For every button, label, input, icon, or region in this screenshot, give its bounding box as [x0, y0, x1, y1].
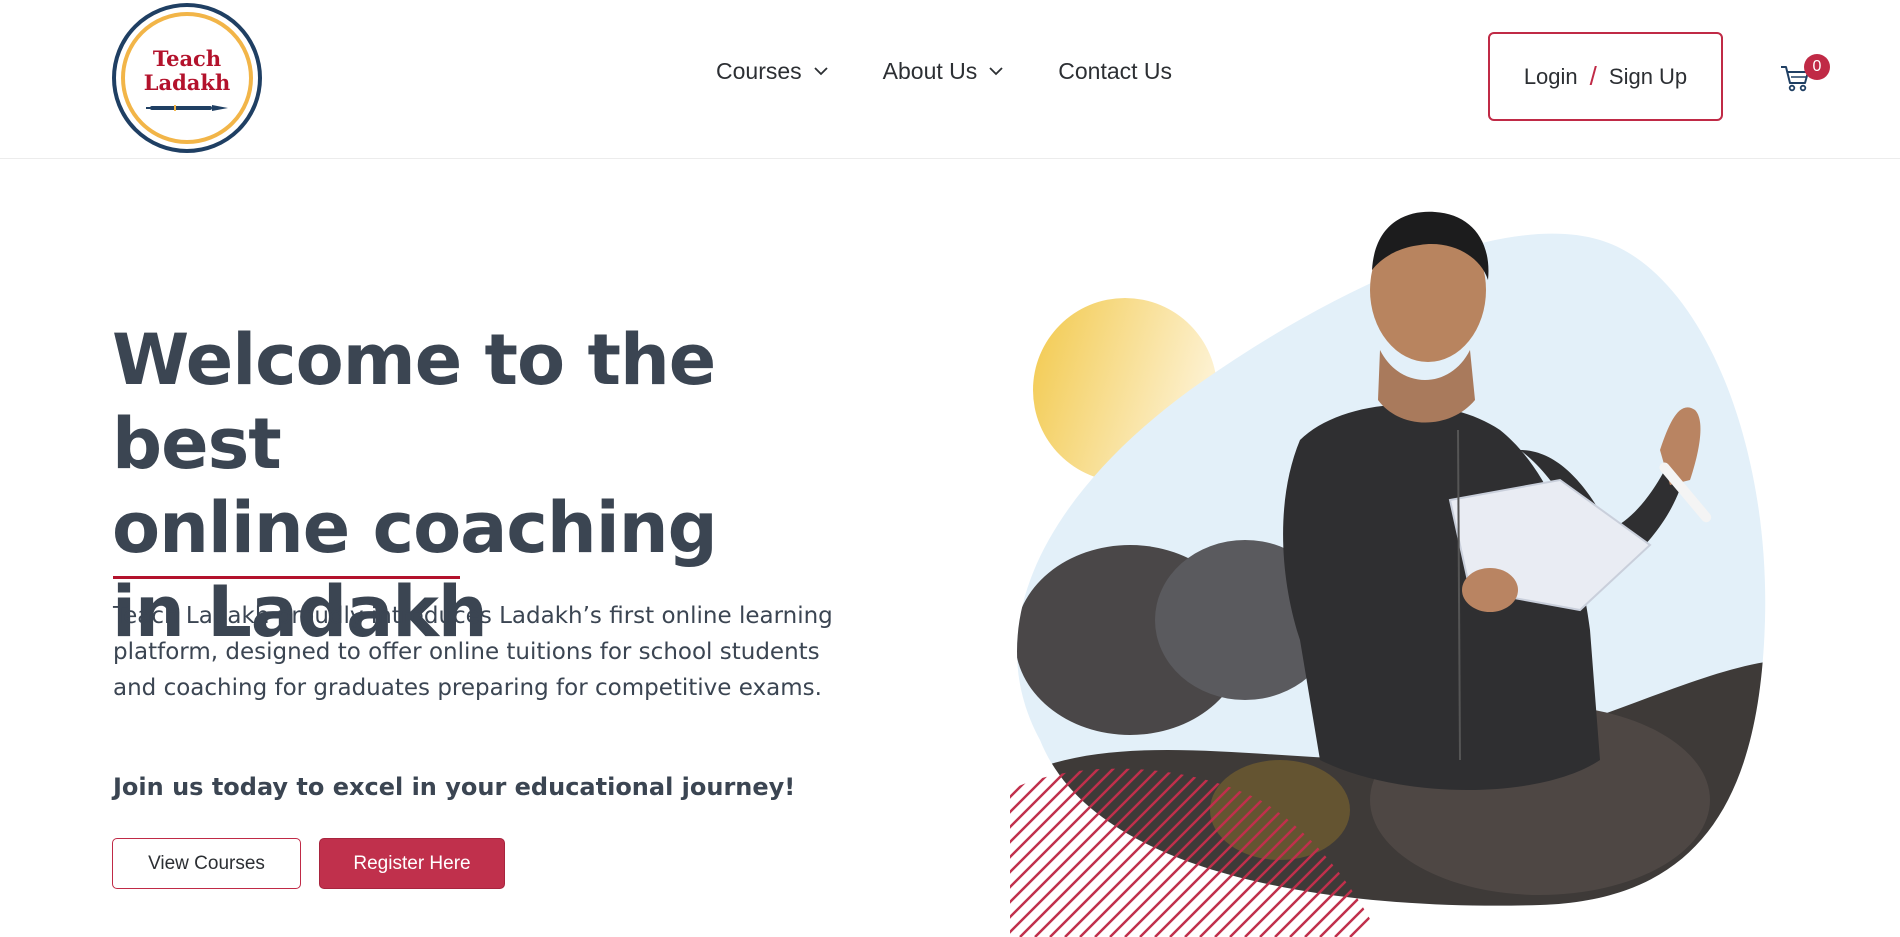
login-signup-box: Login / Sign Up [1488, 32, 1723, 121]
pen-icon [146, 105, 228, 111]
hero-title-line-1: Welcome to the best [112, 319, 716, 485]
logo-line-2: Ladakh [143, 70, 231, 95]
teach-ladakh-logo[interactable]: Teach Ladakh [112, 3, 262, 153]
title-underline [113, 576, 460, 579]
site-header: Teach Ladakh Courses About Us Contact Us… [0, 0, 1900, 159]
chevron-down-icon [989, 67, 1003, 76]
hero-illustration [1010, 211, 1766, 937]
register-here-button[interactable]: Register Here [319, 838, 505, 889]
nav-item-label: Courses [716, 58, 802, 84]
hero-join-text: Join us today to excel in your education… [113, 773, 796, 801]
main-nav: Courses About Us Contact Us [716, 58, 1172, 85]
nav-item-courses[interactable]: Courses [716, 58, 828, 85]
view-courses-button[interactable]: View Courses [112, 838, 301, 889]
cart-count-badge: 0 [1804, 54, 1830, 80]
signup-link[interactable]: Sign Up [1609, 64, 1687, 90]
chevron-down-icon [814, 67, 828, 76]
login-link[interactable]: Login [1524, 64, 1578, 90]
hero-title-line-2: online coaching [112, 487, 718, 569]
nav-item-label: Contact Us [1058, 58, 1173, 84]
nav-item-contact-us[interactable]: Contact Us [1058, 58, 1172, 85]
nav-item-about-us[interactable]: About Us [883, 58, 1004, 85]
hero-description: Teach Ladakh proudly introduces Ladakh’s… [113, 603, 833, 701]
logo-line-1: Teach [152, 46, 222, 71]
nav-item-label: About Us [882, 58, 978, 84]
logo-text: Teach Ladakh [116, 47, 258, 95]
auth-separator: / [1589, 61, 1597, 91]
